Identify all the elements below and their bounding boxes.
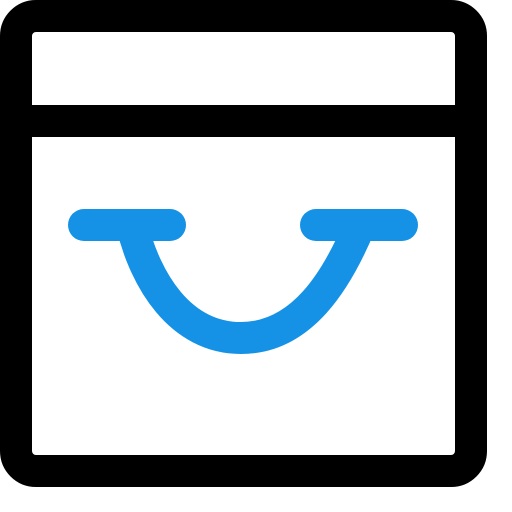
smile-mouth-curve	[116, 209, 376, 355]
window-frame	[0, 0, 487, 487]
icon-canvas	[0, 0, 512, 512]
browser-window-smile-icon	[0, 0, 487, 487]
